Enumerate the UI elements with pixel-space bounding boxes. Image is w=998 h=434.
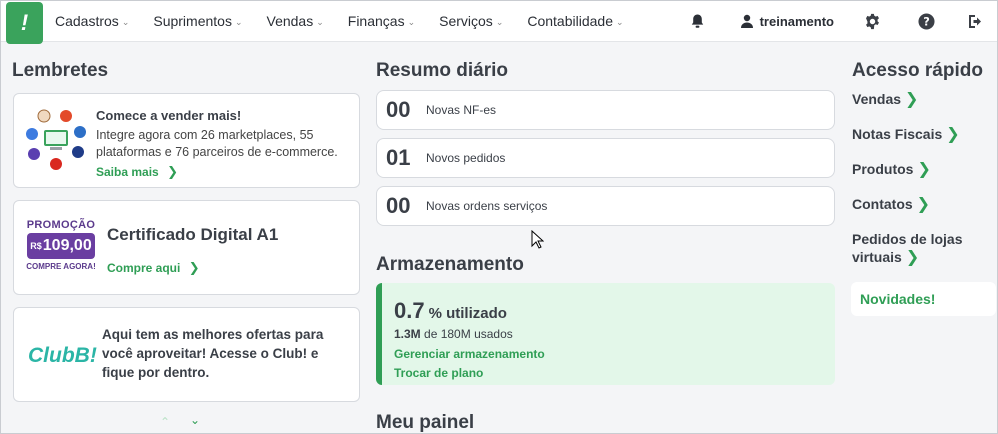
card-title: Comece a vender mais! (96, 108, 242, 123)
promo-badge: PROMOÇÃO R$ 109,00 COMPRE AGORA! (24, 219, 98, 279)
carousel-up-icon[interactable]: ⌃ (160, 415, 170, 429)
gerenciar-armazenamento-link[interactable]: Gerenciar armazenamento (394, 347, 545, 361)
summary-label: Novos pedidos (426, 151, 506, 165)
menu-cadastros[interactable]: Cadastros ⌄ (55, 13, 129, 29)
novidades-button[interactable]: Novidades! (851, 282, 996, 316)
main-menu: Cadastros ⌄ Suprimentos ⌄ Vendas ⌄ Finanças… (55, 0, 648, 42)
promo-currency: R$ (30, 241, 42, 251)
toolbar-right: treinamento ? (686, 0, 998, 42)
quick-link-contatos[interactable]: Contatos ❯ (852, 195, 930, 214)
menu-label: Vendas (266, 13, 314, 29)
lembretes-title: Lembretes (12, 60, 109, 81)
summary-label: Novas NF-es (426, 103, 497, 117)
notifications-bell-icon[interactable] (686, 13, 710, 29)
quick-link-produtos[interactable]: Produtos ❯ (852, 160, 931, 179)
menu-contabilidade[interactable]: Contabilidade ⌄ (527, 13, 623, 29)
chevron-down-icon: ⌄ (316, 16, 324, 27)
quick-link-pedidos-lojas[interactable]: Pedidos de lojas virtuais ❯ (852, 230, 992, 267)
link-label: Compre aqui (107, 261, 181, 275)
reminder-card-club[interactable]: ClubB! Aqui tem as melhores ofertas para… (13, 307, 360, 402)
acesso-title: Acesso rápido (852, 60, 983, 81)
trocar-plano-link[interactable]: Trocar de plano (394, 366, 483, 380)
summary-row-nfes[interactable]: 00 Novas NF-es (376, 90, 835, 130)
card-title: Certificado Digital A1 (107, 225, 279, 244)
marketplaces-illustration (24, 108, 88, 172)
promo-cta: COMPRE AGORA! (26, 262, 96, 271)
top-navigation-bar: ! Cadastros ⌄ Suprimentos ⌄ Vendas ⌄ Finanç… (0, 0, 998, 44)
menu-financas[interactable]: Finanças ⌄ (348, 13, 415, 29)
settings-gear-icon[interactable] (862, 13, 882, 30)
chevron-right-icon: ❯ (917, 161, 931, 178)
quick-link-label: Vendas (852, 91, 902, 107)
quick-link-label: Notas Fiscais (852, 126, 943, 142)
quick-link-label: Contatos (852, 196, 913, 212)
promo-label: PROMOÇÃO (26, 219, 96, 231)
help-icon[interactable]: ? (916, 12, 936, 30)
summary-row-pedidos[interactable]: 01 Novos pedidos (376, 138, 835, 178)
chevron-right-icon: ❯ (167, 164, 179, 179)
novidades-label: Novidades! (860, 291, 936, 307)
chevron-down-icon: ⌄ (495, 16, 504, 27)
summary-label: Novas ordens serviços (426, 199, 548, 213)
chevron-down-icon: ⌄ (121, 16, 130, 27)
carousel-down-icon[interactable]: ⌄ (190, 413, 200, 427)
reminder-card-marketplaces[interactable]: Comece a vender mais! Integre agora com … (13, 93, 360, 188)
quick-link-notas-fiscais[interactable]: Notas Fiscais ❯ (852, 125, 960, 144)
summary-row-ordens[interactable]: 00 Novas ordens serviços (376, 186, 835, 226)
menu-vendas[interactable]: Vendas ⌄ (267, 13, 324, 29)
storage-used: 1.3M de 180M usados (394, 327, 513, 341)
card-text: Aqui tem as melhores ofertas para você a… (102, 327, 324, 380)
quick-link-label: Produtos (852, 161, 914, 177)
storage-card: 0.7 % utilizado 1.3M de 180M usados Gere… (376, 283, 835, 385)
user-menu[interactable]: treinamento (740, 14, 834, 29)
chevron-right-icon: ❯ (905, 249, 920, 266)
compre-aqui-link[interactable]: Compre aqui ❯ (107, 259, 200, 277)
mouse-cursor-icon (531, 229, 545, 254)
storage-percent: 0.7 (394, 298, 425, 323)
menu-label: Serviços (439, 13, 493, 29)
storage-used-value: 1.3M (394, 327, 421, 341)
chevron-down-icon: ⌄ (234, 16, 243, 27)
meu-painel-title: Meu painel (376, 412, 475, 433)
app-logo[interactable]: ! (6, 2, 43, 44)
summary-count: 00 (386, 97, 411, 122)
storage-usage: 0.7 % utilizado (394, 298, 507, 324)
club-logo: ClubB! (28, 344, 97, 367)
promo-price: 109,00 (42, 237, 92, 254)
chevron-right-icon: ❯ (188, 260, 200, 275)
svg-text:?: ? (923, 14, 930, 28)
chevron-down-icon: ⌄ (407, 16, 416, 27)
menu-label: Finanças (347, 13, 405, 29)
menu-label: Cadastros (55, 13, 119, 29)
reminder-card-certificado[interactable]: PROMOÇÃO R$ 109,00 COMPRE AGORA! Certifi… (13, 200, 360, 295)
storage-used-label: de 180M usados (424, 327, 513, 341)
menu-servicos[interactable]: Serviços ⌄ (439, 13, 503, 29)
chevron-down-icon: ⌄ (615, 16, 624, 27)
armazenamento-title: Armazenamento (376, 254, 524, 275)
menu-suprimentos[interactable]: Suprimentos ⌄ (153, 13, 242, 29)
quick-link-vendas[interactable]: Vendas ❯ (852, 90, 918, 109)
summary-count: 01 (386, 145, 411, 170)
card-text: Integre agora com 26 marketplaces, 55 pl… (96, 128, 338, 159)
menu-label: Contabilidade (527, 13, 613, 29)
chevron-right-icon: ❯ (946, 126, 960, 143)
chevron-right-icon: ❯ (905, 91, 919, 108)
user-name: treinamento (759, 13, 834, 29)
user-icon (740, 14, 753, 28)
summary-count: 00 (386, 193, 411, 218)
menu-label: Suprimentos (153, 13, 232, 29)
logo-mark: ! (20, 10, 29, 35)
resumo-title: Resumo diário (376, 60, 508, 81)
link-label: Saiba mais (96, 165, 159, 179)
storage-accent-bar (376, 283, 382, 385)
storage-percent-label: % utilizado (428, 305, 507, 322)
promo-price-box: R$ 109,00 (27, 233, 95, 259)
saiba-mais-link[interactable]: Saiba mais ❯ (96, 163, 178, 181)
logout-icon[interactable] (966, 14, 986, 29)
chevron-right-icon: ❯ (916, 196, 931, 213)
